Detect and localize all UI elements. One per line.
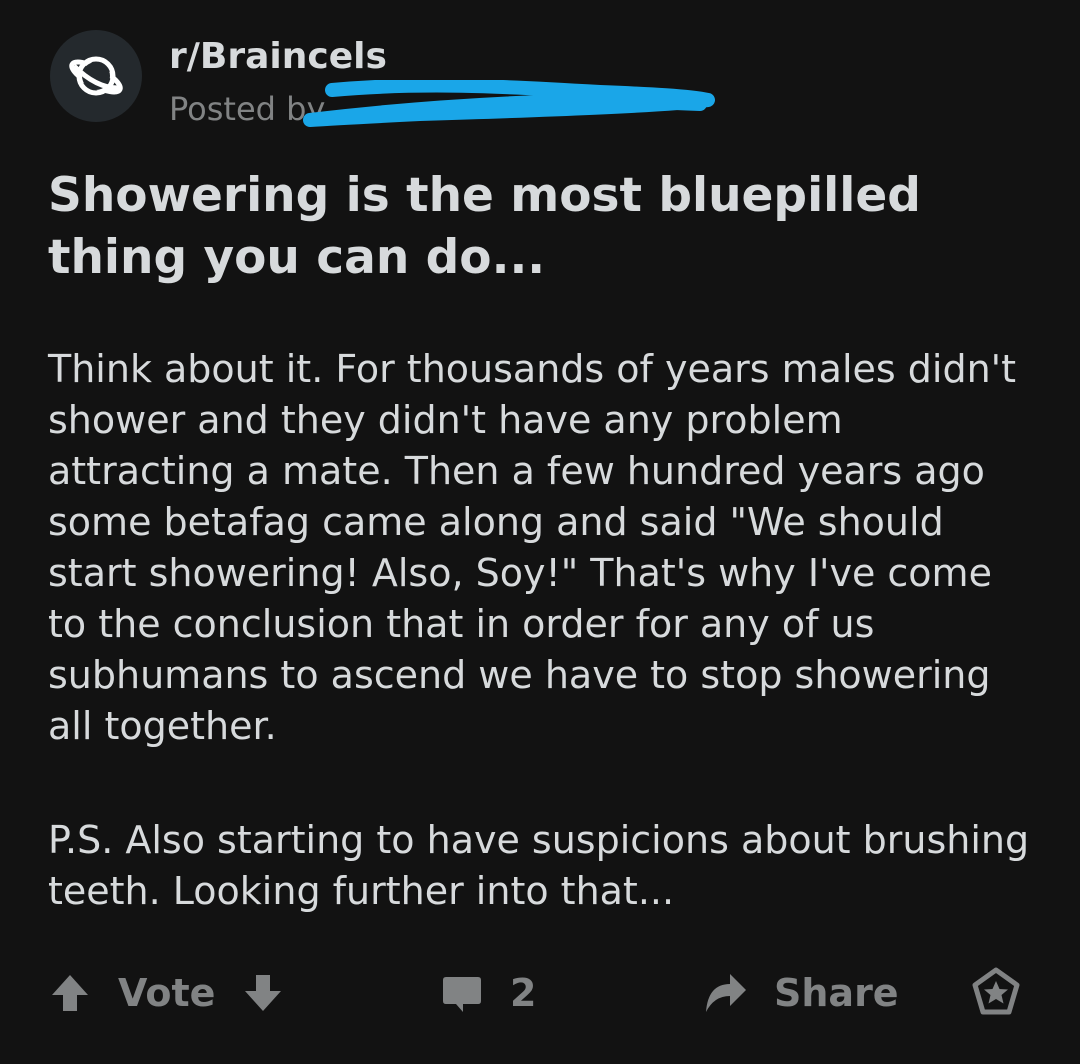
arrow-down-icon[interactable]	[241, 971, 285, 1015]
share-arrow-icon	[700, 968, 750, 1018]
post-title[interactable]: Showering is the most bluepilled thing y…	[48, 165, 1008, 289]
arrow-up-icon[interactable]	[48, 971, 92, 1015]
post-action-bar: Vote 2 Share	[0, 958, 1080, 1028]
vote-label: Vote	[118, 971, 216, 1015]
comments-button[interactable]: 2	[440, 958, 536, 1028]
planet-icon	[66, 46, 126, 106]
subreddit-name[interactable]: r/Braincels	[169, 36, 387, 77]
vote-group: Vote	[48, 958, 285, 1028]
comment-bubble-icon	[440, 971, 484, 1015]
post-body-paragraph: P.S. Also starting to have suspicions ab…	[48, 818, 1030, 913]
post-body-paragraph: Think about it. For thousands of years m…	[48, 347, 1016, 748]
subreddit-avatar[interactable]	[50, 30, 142, 122]
comment-count: 2	[510, 971, 537, 1015]
post-header: r/Braincels Posted by	[50, 30, 750, 130]
share-label: Share	[774, 971, 899, 1015]
award-button[interactable]	[970, 958, 1022, 1028]
award-icon	[970, 967, 1022, 1019]
share-button[interactable]: Share	[700, 958, 899, 1028]
redaction-scribble	[303, 80, 715, 127]
